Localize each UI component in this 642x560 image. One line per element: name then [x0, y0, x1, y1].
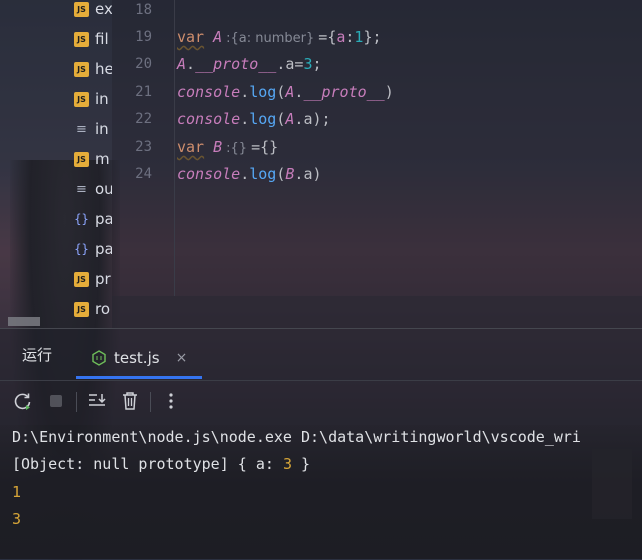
console-output-line: 1 — [12, 483, 22, 501]
tab-test-js[interactable]: test.js × — [88, 336, 202, 380]
text-file-icon: ≡ — [76, 181, 87, 197]
output-text: [Object: null prototype] { a: — [12, 455, 283, 473]
code-line-19[interactable]: var A:{a: number} ={a:1}; — [177, 28, 382, 46]
rerun-icon[interactable] — [12, 390, 34, 412]
line-number: 20 — [135, 56, 152, 72]
line-number: 21 — [135, 84, 152, 100]
type-hint: :{a: number} — [226, 31, 315, 46]
keyword: var — [177, 28, 205, 46]
tree-item-3[interactable]: JS in — [74, 86, 112, 112]
identifier: B — [213, 138, 223, 156]
tree-item-label: m — [95, 150, 110, 168]
tree-item-label: ex — [95, 0, 112, 18]
toolbar-separator — [76, 392, 77, 412]
line-number: 22 — [135, 111, 152, 127]
json-file-icon: {} — [74, 242, 89, 256]
type-hint: :{} — [226, 141, 248, 156]
js-file-icon: JS — [74, 271, 89, 287]
code-line-20[interactable]: A.__proto__.a=3; — [177, 55, 322, 73]
output-text: } — [291, 455, 311, 473]
code-line-23[interactable]: var B:{} ={} — [177, 138, 278, 156]
tree-item-label: pr — [95, 270, 111, 288]
nodejs-icon — [92, 350, 106, 366]
identifier: A — [177, 55, 187, 73]
js-file-icon: JS — [74, 31, 89, 47]
tree-item-0[interactable]: JS ex — [74, 0, 112, 22]
punct: ) — [384, 83, 394, 101]
json-file-icon: {} — [74, 212, 89, 226]
proto-property: __proto__ — [303, 83, 385, 101]
function-name: log — [249, 110, 277, 128]
line-number: 18 — [135, 2, 152, 18]
run-panel-title: 运行 — [22, 346, 53, 364]
tree-item-4[interactable]: ≡ in — [74, 116, 112, 142]
console-command-line: D:\Environment\node.js\node.exe D:\data\… — [12, 428, 581, 446]
stop-icon[interactable] — [45, 390, 67, 412]
tree-item-label: ou — [95, 180, 112, 198]
scroll-to-end-icon[interactable] — [86, 390, 108, 412]
code-editor[interactable] — [112, 0, 642, 328]
punct: . — [240, 83, 250, 101]
keyword: var — [177, 138, 205, 156]
text-file-icon: ≡ — [76, 121, 87, 137]
active-tab-indicator — [76, 376, 202, 379]
tree-item-label: in — [95, 120, 109, 138]
tree-item-8[interactable]: {} pa — [74, 236, 112, 262]
punct: ={} — [251, 138, 279, 156]
tree-item-2[interactable]: JS he — [74, 56, 112, 82]
punct: ); — [312, 110, 331, 128]
punct: . — [186, 55, 196, 73]
gutter-divider — [174, 0, 175, 296]
tree-item-5[interactable]: JS m — [74, 146, 112, 172]
tree-item-label: fil — [95, 30, 109, 48]
tree-item-7[interactable]: {} pa — [74, 206, 112, 232]
function-name: log — [249, 165, 277, 183]
function-name: log — [249, 83, 277, 101]
trash-icon[interactable] — [119, 390, 141, 412]
punct: ) — [312, 165, 322, 183]
output-number: 3 — [282, 455, 292, 473]
punct: ; — [312, 55, 322, 73]
console-output-line: [Object: null prototype] { a: 3 } — [12, 455, 310, 473]
line-number: 19 — [135, 29, 152, 45]
tree-item-label: pa — [95, 240, 112, 258]
console-object: console — [177, 165, 241, 183]
close-icon[interactable]: × — [176, 350, 188, 366]
js-file-icon: JS — [74, 91, 89, 107]
tree-item-label: he — [95, 60, 112, 78]
editor-footer — [112, 296, 642, 328]
code-line-22[interactable]: console.log(A.a); — [177, 110, 331, 128]
js-file-icon: JS — [74, 301, 89, 317]
horizontal-scrollbar[interactable] — [8, 317, 40, 326]
code-line-24[interactable]: console.log(B.a) — [177, 165, 322, 183]
js-file-icon: JS — [74, 151, 89, 167]
more-vertical-icon[interactable] — [160, 390, 182, 412]
proto-property: __proto__ — [195, 55, 277, 73]
tree-item-9[interactable]: JS pr — [74, 266, 112, 292]
console-output-line: 3 — [12, 510, 22, 528]
tree-item-label: in — [95, 90, 109, 108]
tab-label: test.js — [114, 349, 160, 367]
punct: }; — [363, 28, 382, 46]
js-file-icon: JS — [74, 61, 89, 77]
line-number: 24 — [135, 166, 152, 182]
toolbar-separator — [150, 392, 151, 412]
tree-item-6[interactable]: ≡ ou — [74, 176, 112, 202]
punct: . — [240, 110, 250, 128]
tree-item-label: pa — [95, 210, 112, 228]
tree-item-1[interactable]: JS fil — [74, 26, 112, 52]
punct: ={ — [318, 28, 337, 46]
tree-item-label: ro — [95, 300, 111, 318]
console-object: console — [177, 110, 241, 128]
identifier: A — [213, 28, 223, 46]
console-object: console — [177, 83, 241, 101]
js-file-icon: JS — [74, 1, 89, 17]
code-line-21[interactable]: console.log(A.__proto__) — [177, 83, 394, 101]
tree-item-10[interactable]: JS ro — [74, 296, 112, 322]
punct: . — [240, 165, 250, 183]
line-number: 23 — [135, 139, 152, 155]
